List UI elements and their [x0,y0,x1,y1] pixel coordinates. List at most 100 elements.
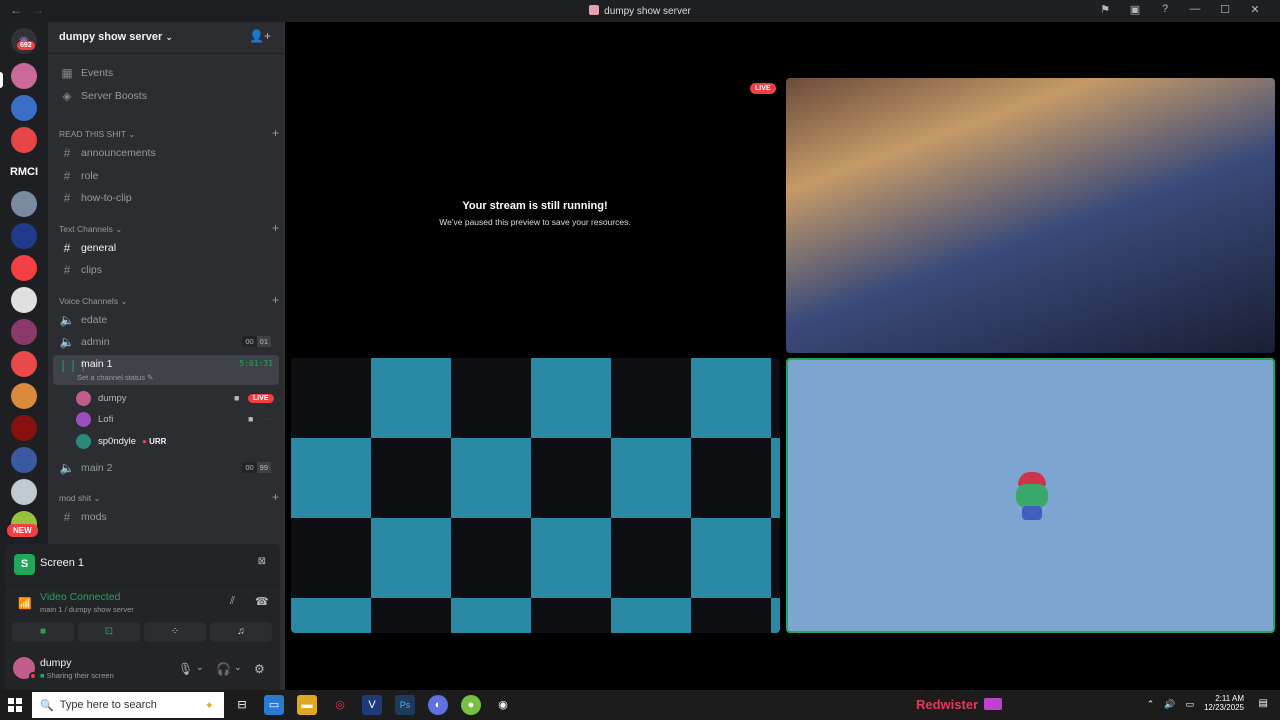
screen-share-label[interactable]: Screen 1 [40,557,84,569]
clock[interactable]: 2:11 AM 12/23/2025 [1204,694,1244,712]
category-voice[interactable]: Voice Channels ⌄ + [59,293,279,307]
server-icon-8[interactable] [11,319,37,345]
server-icon-1[interactable] [11,63,37,89]
voice-channel-admin[interactable]: 🔈 admin 00 01 [53,331,279,352]
obs-icon[interactable]: ◉ [493,695,513,715]
add-channel-icon[interactable]: + [272,221,279,235]
notifications-icon[interactable]: ▤ [1259,698,1268,709]
opera-icon[interactable]: ◎ [330,695,350,715]
add-channel-icon[interactable]: + [272,293,279,307]
server-icon-12[interactable] [11,447,37,473]
chevron-down-icon[interactable]: ⌄ [234,662,242,673]
add-channel-icon[interactable]: + [272,126,279,140]
channel-role[interactable]: # role [53,165,279,186]
status-dot [29,672,37,680]
voice-user-sp0ndyle[interactable]: sp0ndyle ● URR [76,431,276,451]
voice-channel-edate[interactable]: 🔈 edate [53,309,279,330]
task-view-icon[interactable]: ⊟ [232,695,252,715]
camera-icon: ■ [234,393,240,403]
server-rmci[interactable]: RMCI [8,159,40,185]
paused-subtitle: We've paused this preview to save your r… [439,217,631,227]
app-icon-1[interactable]: ▭ [264,695,284,715]
connection-status[interactable]: Video Connected [40,591,120,603]
soundboard-button[interactable]: ♫ [210,622,272,642]
network-icon[interactable]: ▭ [1185,699,1194,710]
windows-start-icon[interactable] [8,698,22,712]
help-icon[interactable]: ? [1150,3,1180,16]
add-channel-icon[interactable]: + [272,490,279,504]
server-header[interactable]: dumpy show server ⌄ 👤+ [48,22,285,54]
calendar-icon: ▦ [61,65,73,80]
noise-suppression-icon[interactable]: ⫽ [230,595,235,608]
paused-preview-tile[interactable]: Your stream is still running! We've paus… [290,77,780,353]
discord-icon[interactable]: ◐ [428,695,448,715]
live-badge: LIVE [750,83,776,94]
video-tile-streamer[interactable] [786,78,1275,353]
username[interactable]: dumpy [40,657,72,669]
channel-how-to-clip[interactable]: # how-to-clip [53,187,279,208]
volume-icon[interactable]: 🔊 [1164,699,1175,710]
server-boosts-item[interactable]: ◈ Server Boosts [53,85,279,106]
camera-button[interactable]: ■ [12,622,74,642]
invite-people-icon[interactable]: 👤+ [249,29,271,43]
screen-icon: ■ [40,671,45,680]
server-icon-7[interactable] [11,287,37,313]
camera-icon: ■ [248,414,254,424]
activities-button[interactable]: ⁘ [144,622,206,642]
channel-general[interactable]: # general [53,237,279,258]
category-read[interactable]: READ THIS SHIT ⌄ + [59,126,279,140]
voice-connection-panel: 📶 Video Connected main 1 / dumpy show se… [5,584,280,646]
maximize-button[interactable]: ☐ [1210,3,1240,16]
server-icon-3[interactable] [11,127,37,153]
channel-mods[interactable]: # mods [53,506,279,527]
server-icon-10[interactable] [11,383,37,409]
screen-icon[interactable]: ▣ [1120,3,1150,16]
server-icon-4[interactable] [11,191,37,217]
settings-gear-icon[interactable]: ⚙ [254,662,265,676]
tag-icon: ● [142,436,147,446]
channel-clips[interactable]: # clips [53,259,279,280]
connection-location[interactable]: main 1 / dumpy show server [40,605,134,614]
taskbar-search[interactable]: 🔍 Type here to search ✦ [32,692,224,718]
file-explorer-icon[interactable]: ▬ [297,695,317,715]
server-icon-2[interactable] [11,95,37,121]
window-controls: ⚑ ▣ ? — ☐ ✕ [1090,3,1270,16]
minimize-button[interactable]: — [1180,3,1210,16]
server-icon-5[interactable] [11,223,37,249]
signal-icon[interactable]: 📶 [18,597,32,610]
voice-user-lofi[interactable]: Lofi ■ ⋯ [76,409,276,429]
server-name[interactable]: dumpy show server ⌄ [59,31,173,43]
events-item[interactable]: ▦ Events [53,62,279,83]
screen-share-icon: ⊡ [104,626,114,637]
live-badge[interactable]: LIVE [248,393,274,403]
activities-icon: ⁘ [170,626,180,637]
microphone-icon[interactable]: 🎙 [178,662,193,676]
video-tile-camera[interactable] [291,358,780,633]
close-button[interactable]: ✕ [1240,3,1270,16]
disconnect-icon[interactable]: ☎ [255,595,269,608]
channel-announcements[interactable]: # announcements [53,142,279,163]
server-icon-6[interactable] [11,255,37,281]
category-text[interactable]: Text Channels ⌄ + [59,221,279,235]
server-icon-11[interactable] [11,415,37,441]
server-icon-9[interactable] [11,351,37,377]
app-icon-2[interactable]: ● [461,695,481,715]
new-badge: NEW [7,524,38,537]
inbox-flag-icon[interactable]: ⚑ [1090,3,1120,16]
speaker-icon: 🔈 [59,460,75,475]
chevron-down-icon[interactable]: ⌄ [196,662,204,673]
photoshop-icon[interactable]: Ps [395,695,415,715]
headphones-icon[interactable]: 🎧 [216,662,231,676]
video-tile-avatar[interactable] [786,358,1275,633]
channel-status-text[interactable]: Set a channel status ✎ [77,373,153,382]
voice-channel-main-2[interactable]: 🔈 main 2 00 99 [53,457,279,478]
more-icon[interactable]: ⋯ [263,414,272,425]
stop-share-icon[interactable]: ⊠ [258,556,266,567]
category-mod[interactable]: mod shit ⌄ + [59,490,279,504]
boost-icon: ◈ [62,88,72,103]
server-icon-13[interactable] [11,479,37,505]
vegas-icon[interactable]: V [362,695,382,715]
voice-user-dumpy[interactable]: dumpy ■ LIVE [76,388,276,408]
chevron-up-icon[interactable]: ⌃ [1147,699,1155,710]
share-screen-button[interactable]: ⊡ [78,622,140,642]
